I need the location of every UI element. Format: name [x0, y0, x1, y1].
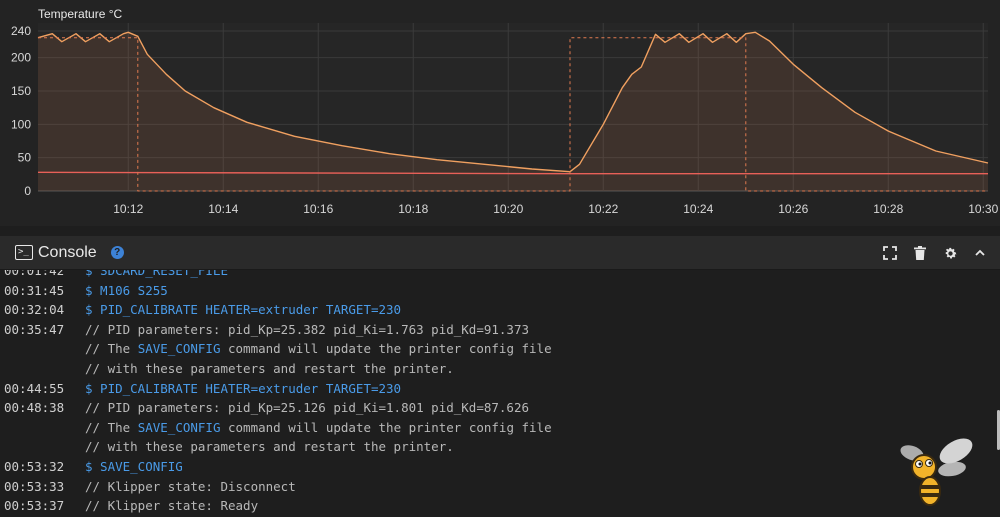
console-text: $ PID_CALIBRATE HEATER=extruder TARGET=2…: [85, 380, 402, 396]
console-timestamp: [0, 437, 85, 457]
console-timestamp: 00:53:32: [4, 458, 65, 474]
console-message: // PID parameters: pid_Kp=25.382 pid_Ki=…: [85, 320, 529, 340]
console-message: // The SAVE_CONFIG command will update t…: [85, 418, 552, 438]
console-text: // PID parameters: pid_Kp=25.382 pid_Ki=…: [85, 321, 530, 337]
console-command-link[interactable]: SAVE_CONFIG: [138, 341, 221, 356]
console-line: 00:44:55 $ PID_CALIBRATE HEATER=extruder …: [0, 379, 1000, 399]
console-text: // with these parameters and restart the…: [85, 360, 454, 376]
console-timestamp: [0, 418, 85, 438]
console-timestamp: 00:53:37: [4, 498, 65, 514]
x-tick-label: 10:24: [683, 202, 713, 216]
console-timestamp: 00:48:38: [4, 400, 65, 416]
bee-logo-icon: [900, 438, 973, 506]
console-timestamp: 00:32:04: [4, 302, 65, 318]
console-line: 00:53:32 $ SAVE_CONFIG: [0, 457, 1000, 477]
console-text: $ SDCARD_RESET_FILE: [85, 270, 228, 278]
console-text: command will update the printer config f…: [220, 419, 552, 435]
console-text: $ PID_CALIBRATE HEATER=extruder TARGET=2…: [85, 302, 402, 318]
console-header[interactable]: >_ Console ?: [0, 236, 1000, 270]
clear-console-button[interactable]: [912, 245, 928, 261]
x-tick-label: 10:20: [493, 202, 523, 216]
y-tick-label: 100: [11, 117, 31, 131]
temperature-chart: Temperature °C 0 50 100 150 200 240 10:12 10:14 1…: [11, 7, 999, 216]
x-tick-label: 10:14: [208, 202, 238, 216]
console-text: command will update the printer config f…: [220, 341, 552, 357]
x-tick-label: 10:26: [778, 202, 808, 216]
temperature-chart-panel: Temperature °C 0 50 100 150 200 240 10:12 10:14 1…: [0, 0, 1000, 226]
chart-title: Temperature °C: [38, 7, 122, 21]
console-line: 00:53:33 // Klipper state: Disconnect: [0, 477, 1000, 497]
console-line: // The SAVE_CONFIG command will update t…: [0, 418, 1000, 438]
gear-icon: [945, 247, 956, 258]
console-message: $ SDCARD_RESET_FILE: [85, 270, 228, 281]
console-line: 00:32:04 $ PID_CALIBRATE HEATER=extruder …: [0, 300, 1000, 320]
y-tick-label: 0: [24, 184, 31, 198]
console-text: // Klipper state: Ready: [85, 498, 259, 514]
console-text: $ M106 S255: [85, 282, 168, 298]
chevron-up-icon: [975, 249, 985, 256]
console-text: // with these parameters and restart the…: [85, 439, 454, 455]
console-timestamp: 00:35:47: [4, 321, 65, 337]
y-tick-label: 50: [18, 151, 32, 165]
console-line: 00:48:38 // PID parameters: pid_Kp=25.126…: [0, 398, 1000, 418]
console-message: // with these parameters and restart the…: [85, 359, 454, 379]
help-icon[interactable]: ?: [110, 246, 124, 259]
console-command-link[interactable]: SAVE_CONFIG: [138, 420, 221, 435]
console-timestamp: [0, 359, 85, 379]
console-log[interactable]: 00:01:42 $ SDCARD_RESET_FILE 00:31:45 $ M10…: [0, 270, 1000, 517]
x-tick-label: 10:18: [398, 202, 428, 216]
console-timestamp: 00:01:42: [4, 270, 65, 278]
console-message: // PID parameters: pid_Kp=25.126 pid_Ki=…: [85, 398, 529, 418]
console-line: 00:31:45 $ M106 S255: [0, 281, 1000, 301]
console-timestamp: 00:44:55: [4, 380, 65, 396]
console-message: $ PID_CALIBRATE HEATER=extruder TARGET=2…: [85, 379, 401, 399]
y-tick-label: 200: [11, 51, 31, 65]
console-message: $ M106 S255: [85, 281, 168, 301]
console-line: // The SAVE_CONFIG command will update t…: [0, 339, 1000, 359]
console-message: // The SAVE_CONFIG command will update t…: [85, 339, 552, 359]
console-timestamp: [0, 339, 85, 359]
terminal-icon: >_: [15, 245, 33, 260]
console-settings-button[interactable]: [942, 245, 958, 261]
console-timestamp: 00:31:45: [4, 282, 65, 298]
x-tick-label: 10:22: [588, 202, 618, 216]
x-tick-label: 10:28: [873, 202, 903, 216]
y-tick-label: 150: [11, 84, 31, 98]
console-text: // The: [85, 419, 138, 435]
x-tick-label: 10:16: [303, 202, 333, 216]
console-line: 00:35:47 // PID parameters: pid_Kp=25.382…: [0, 320, 1000, 340]
console-line: // with these parameters and restart the…: [0, 359, 1000, 379]
console-line: // with these parameters and restart the…: [0, 437, 1000, 457]
x-tick-label: 10:30: [968, 202, 998, 216]
y-tick-label: 240: [11, 24, 31, 38]
console-text: // Klipper state: Disconnect: [85, 478, 296, 494]
console-line: 00:53:37 // Klipper state: Ready: [0, 496, 1000, 516]
console-title: Console: [38, 243, 97, 261]
console-text: // PID parameters: pid_Kp=25.126 pid_Ki=…: [85, 400, 530, 416]
trash-icon: [914, 246, 926, 260]
console-timestamp: 00:53:33: [4, 478, 65, 494]
console-message: // with these parameters and restart the…: [85, 437, 454, 457]
fullscreen-icon: [883, 246, 897, 260]
console-message: // Klipper state: Ready: [85, 496, 258, 516]
console-message: $ SAVE_CONFIG: [85, 457, 183, 477]
console-message: $ PID_CALIBRATE HEATER=extruder TARGET=2…: [85, 300, 401, 320]
console-text: $ SAVE_CONFIG: [85, 458, 183, 474]
console-text: // The: [85, 341, 138, 357]
console-line: 00:01:42 $ SDCARD_RESET_FILE: [0, 270, 1000, 281]
fullscreen-button[interactable]: [882, 245, 898, 261]
collapse-console-button[interactable]: [972, 245, 988, 261]
console-message: // Klipper state: Disconnect: [85, 477, 296, 497]
x-tick-label: 10:12: [113, 202, 143, 216]
